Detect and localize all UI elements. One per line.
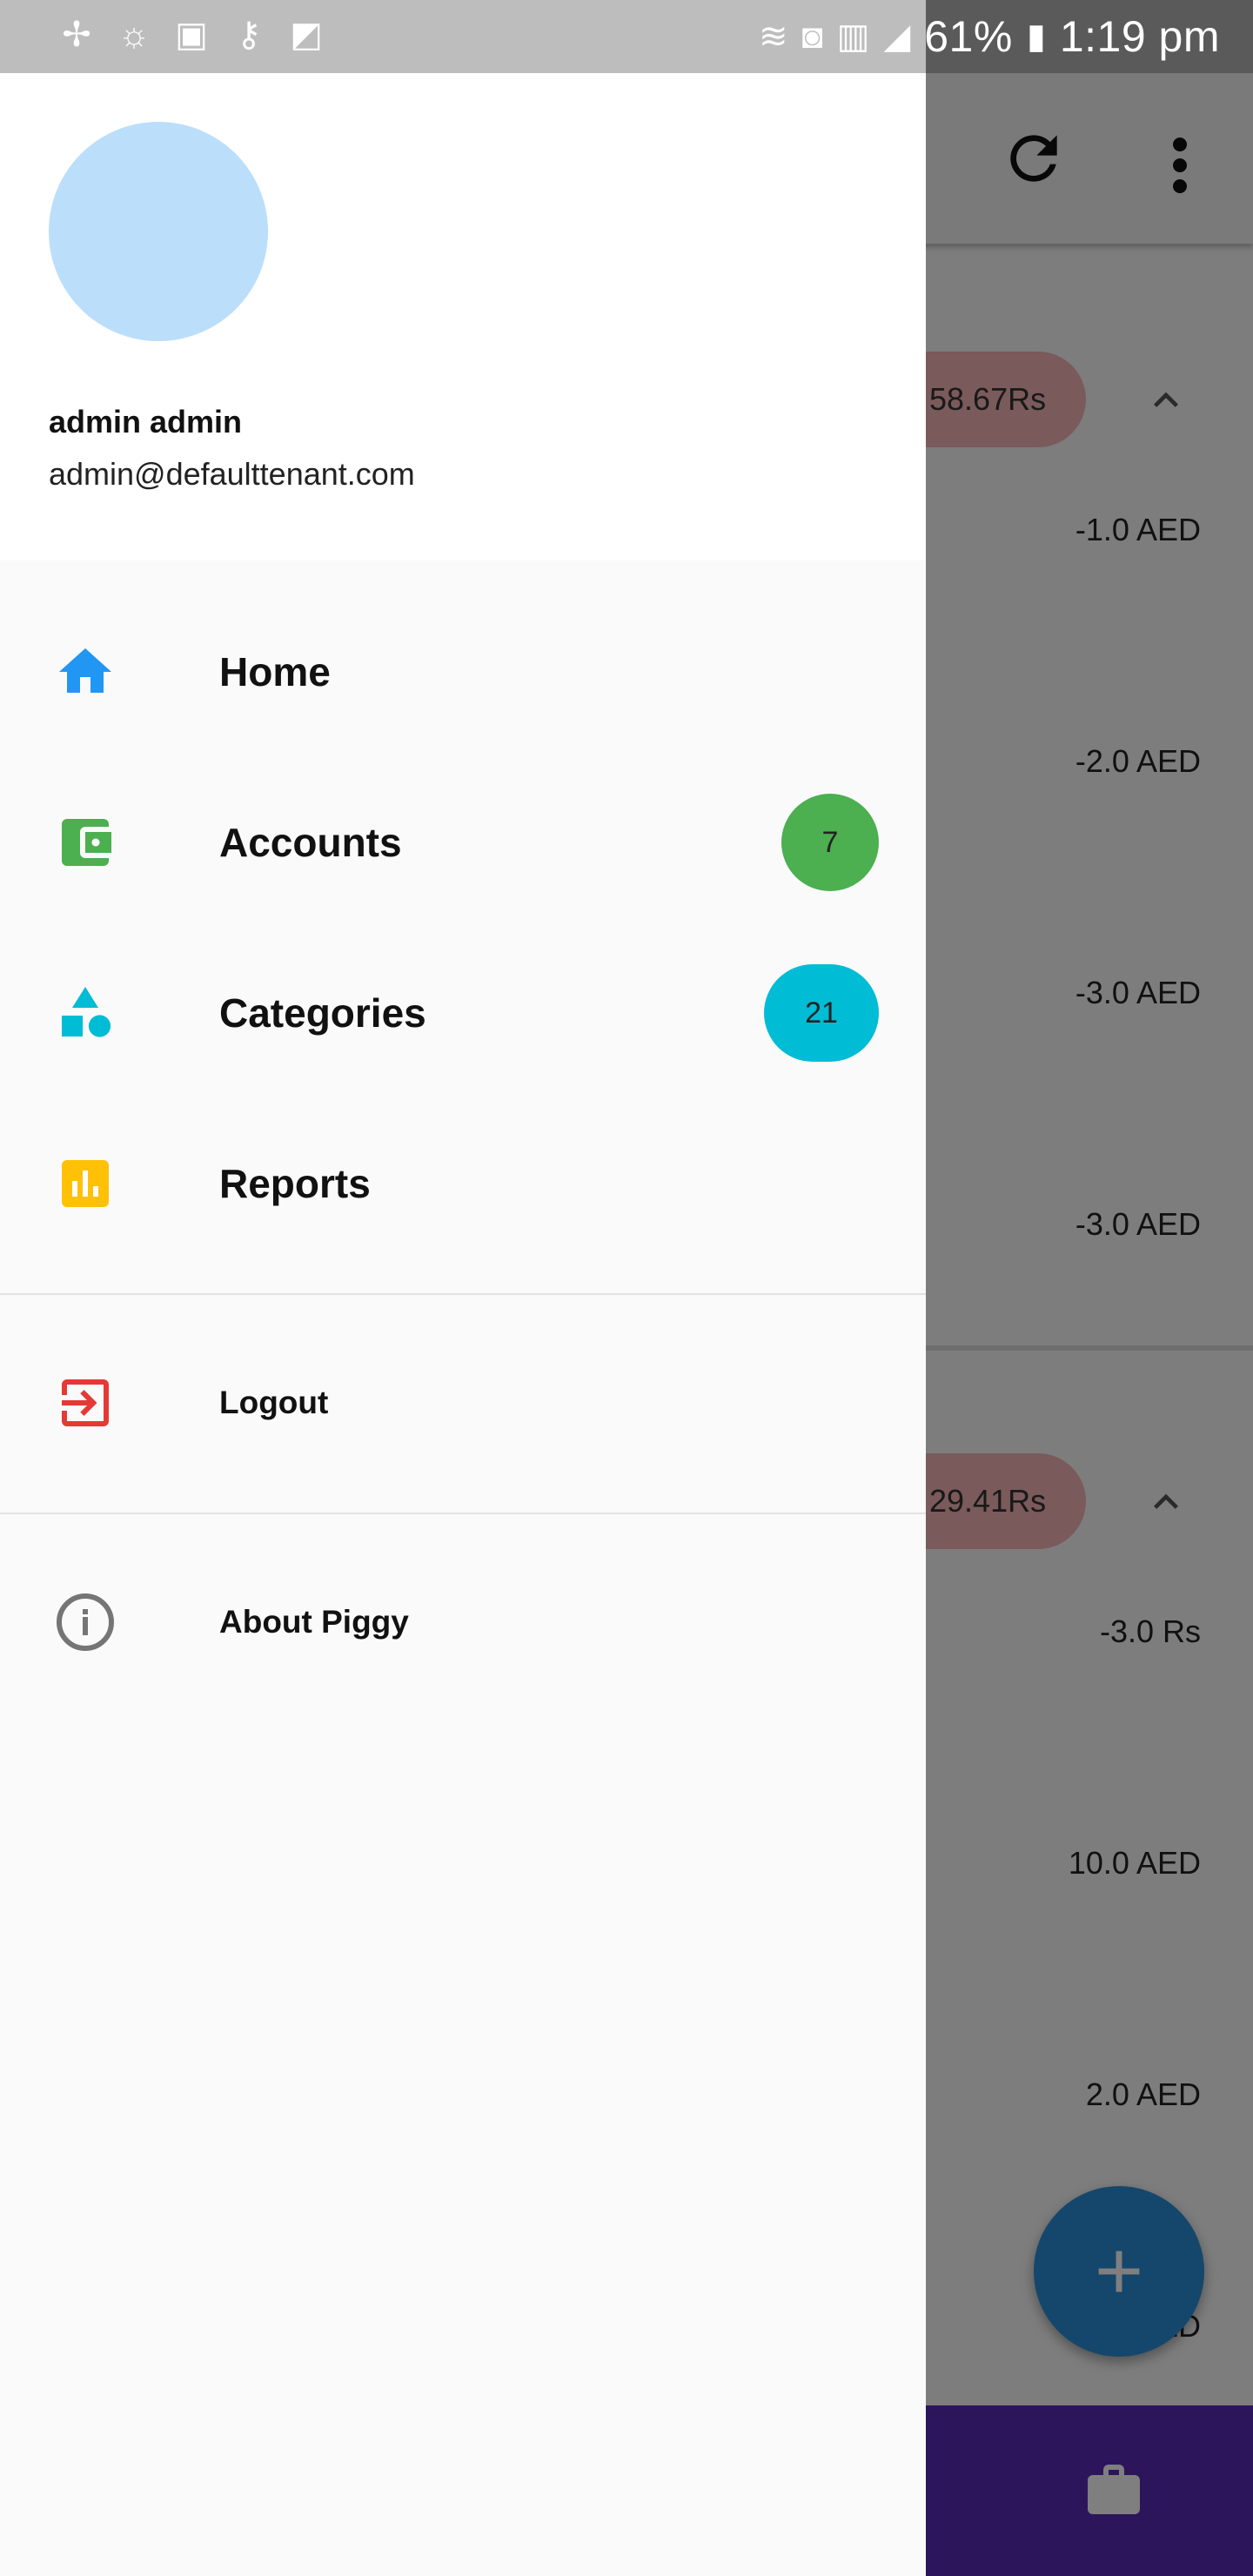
nav-label-logout: Logout	[219, 1385, 329, 1420]
categories-count-badge: 21	[764, 964, 879, 1062]
wifi-icon: ≋	[758, 17, 788, 56]
battery-icon: ▮	[1026, 17, 1046, 56]
battery-percent: 61%	[924, 12, 1013, 61]
drawer-divider	[0, 1513, 926, 1514]
signal-icon: ▥	[836, 17, 870, 56]
activity-icon: ◩	[290, 16, 323, 54]
clock: 1:19 pm	[1059, 12, 1220, 61]
accounts-count-badge: 7	[781, 794, 879, 891]
nav-item-categories[interactable]: Categories 21	[0, 928, 926, 1098]
nav-label-accounts: Accounts	[219, 820, 402, 865]
signal-icon-2: ◢	[883, 17, 911, 56]
drawer-header: admin admin admin@defaulttenant.com	[0, 73, 926, 560]
bar-chart-icon	[54, 1152, 117, 1215]
nav-item-accounts[interactable]: Accounts 7	[0, 757, 926, 928]
home-icon	[54, 641, 117, 703]
image-icon: ▣	[175, 16, 208, 54]
wallet-icon	[54, 811, 117, 874]
nav-item-about[interactable]: About Piggy	[0, 1537, 926, 1707]
nav-item-reports[interactable]: Reports	[0, 1098, 926, 1269]
status-icons-right: ≋ ◙ ▥ ◢ 61% ▮ 1:19 pm	[759, 0, 1220, 73]
status-icons-left: ✢ ☼ ▣ ⚷ ◩	[57, 16, 325, 54]
user-email: admin@defaulttenant.com	[49, 456, 415, 492]
navigation-drawer: admin admin admin@defaulttenant.com Home…	[0, 73, 926, 2576]
info-icon	[54, 1591, 117, 1654]
status-bar: ✢ ☼ ▣ ⚷ ◩ ≋ ◙ ▥ ◢ 61% ▮ 1:19 pm	[0, 0, 1253, 73]
nav-item-logout[interactable]: Logout	[0, 1318, 926, 1488]
weather-icon: ☼	[117, 16, 151, 54]
user-name: admin admin	[49, 404, 243, 439]
drawer-divider	[0, 1293, 926, 1295]
key-icon: ⚷	[236, 16, 262, 54]
nav-label-categories: Categories	[219, 990, 426, 1036]
shapes-icon	[54, 982, 117, 1044]
nav-label-about: About Piggy	[219, 1604, 409, 1640]
nfc-icon: ◙	[801, 17, 823, 56]
nav-label-home: Home	[219, 649, 331, 694]
avatar[interactable]	[49, 122, 268, 341]
nav-item-home[interactable]: Home	[0, 587, 926, 757]
nav-label-reports: Reports	[219, 1161, 371, 1206]
logout-icon	[54, 1372, 117, 1434]
pinwheel-icon: ✢	[62, 16, 91, 54]
